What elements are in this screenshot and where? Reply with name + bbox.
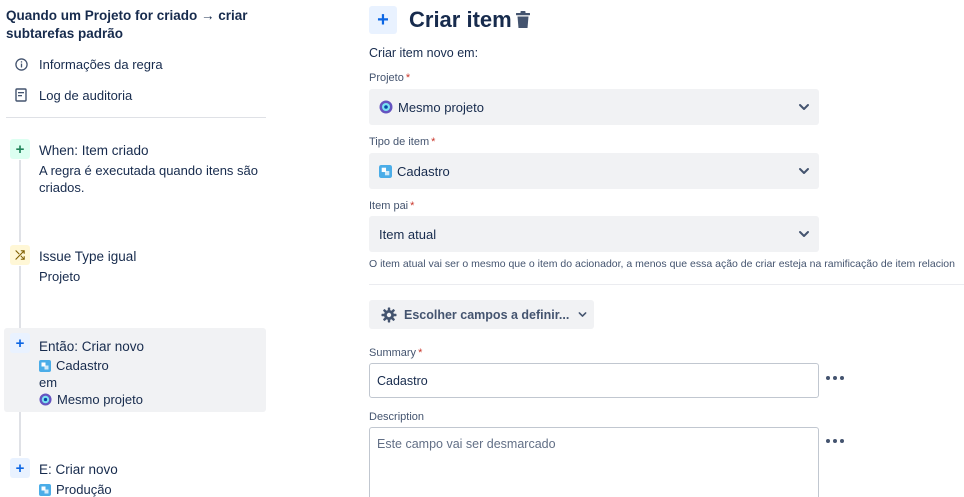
summary-label: Summary * [369, 347, 423, 359]
item-type-icon [39, 484, 51, 496]
description-label: Description [369, 411, 425, 423]
rule-step-action-selected[interactable]: + Então: Criar novo Cadastro em Mesmo pr… [4, 328, 266, 412]
parent-item-select-value: Item atual [379, 226, 437, 242]
item-type-label: Tipo de item * [369, 136, 436, 148]
step-title: Então: Criar novo [39, 339, 145, 354]
project-avatar-icon [39, 393, 52, 406]
section-divider [369, 284, 964, 285]
rule-step-trigger[interactable]: + When: Item criado A regra é executada … [4, 136, 266, 206]
step-item-type: Produção [39, 481, 112, 497]
condition-shuffle-icon: ⤮ [10, 245, 30, 265]
trash-icon[interactable] [515, 11, 531, 29]
rule-step-action[interactable]: + E: Criar novo Produção [4, 454, 266, 497]
chevron-down-icon [799, 104, 809, 110]
intro-text: Criar item novo em: [369, 46, 479, 60]
step-title: Issue Type igual [39, 249, 137, 264]
action-plus-icon: + [10, 333, 30, 353]
item-type-select[interactable]: Cadastro [369, 153, 819, 189]
item-type-select-value: Cadastro [397, 163, 450, 179]
summary-more-icon[interactable] [826, 373, 844, 383]
chevron-down-icon [799, 168, 809, 174]
rule-info-label: Informações da regra [39, 56, 163, 72]
item-type-icon [379, 164, 392, 178]
rule-title: Quando um Projeto for criado → criar sub… [6, 8, 248, 41]
item-type-icon [39, 360, 51, 372]
parent-item-select[interactable]: Item atual [369, 216, 819, 252]
step-description: A regra é executada quando itens são [39, 163, 258, 178]
action-plus-icon[interactable]: + [369, 6, 397, 34]
rule-step-condition[interactable]: ⤮ Issue Type igual Projeto [4, 242, 266, 292]
description-more-icon[interactable] [826, 436, 844, 446]
sidebar-divider [6, 117, 266, 118]
summary-input[interactable]: Cadastro [369, 363, 819, 398]
chevron-down-icon [577, 309, 588, 320]
description-input[interactable]: Este campo vai ser desmarcado [369, 427, 819, 497]
panel-title: Criar item [409, 7, 512, 32]
parent-item-help-text: O item atual vai ser o mesmo que o item … [369, 258, 955, 270]
choose-fields-label: Escolher campos a definir... [404, 307, 570, 322]
project-select-value: Mesmo projeto [398, 99, 484, 115]
rule-sidebar: Quando um Projeto for criado → criar sub… [0, 0, 272, 497]
parent-item-label: Item pai * [369, 200, 415, 212]
trigger-plus-icon: + [10, 139, 30, 159]
step-title: When: Item criado [39, 143, 149, 158]
project-avatar-icon [379, 100, 393, 114]
choose-fields-button[interactable]: Escolher campos a definir... [369, 300, 594, 329]
step-description: criados. [39, 180, 85, 195]
step-title: E: Criar novo [39, 462, 118, 477]
step-project: Mesmo projeto [39, 391, 143, 408]
step-item-type: Cadastro [39, 357, 109, 374]
action-config-panel: + Criar item Criar item novo em: Projeto… [369, 0, 964, 497]
audit-log-icon [12, 86, 30, 104]
audit-log-link[interactable]: Log de auditoria [12, 84, 132, 106]
rule-info-link[interactable]: Informações da regra [12, 53, 163, 75]
chevron-down-icon [799, 231, 809, 237]
step-description: Projeto [39, 269, 81, 284]
audit-log-label: Log de auditoria [39, 87, 133, 103]
flow-connector [19, 412, 21, 456]
step-connector-word: em [39, 375, 58, 390]
project-select[interactable]: Mesmo projeto [369, 89, 819, 125]
info-icon [12, 55, 30, 73]
action-plus-icon: + [10, 458, 30, 478]
gear-icon [381, 307, 397, 323]
project-label: Projeto * [369, 72, 411, 84]
